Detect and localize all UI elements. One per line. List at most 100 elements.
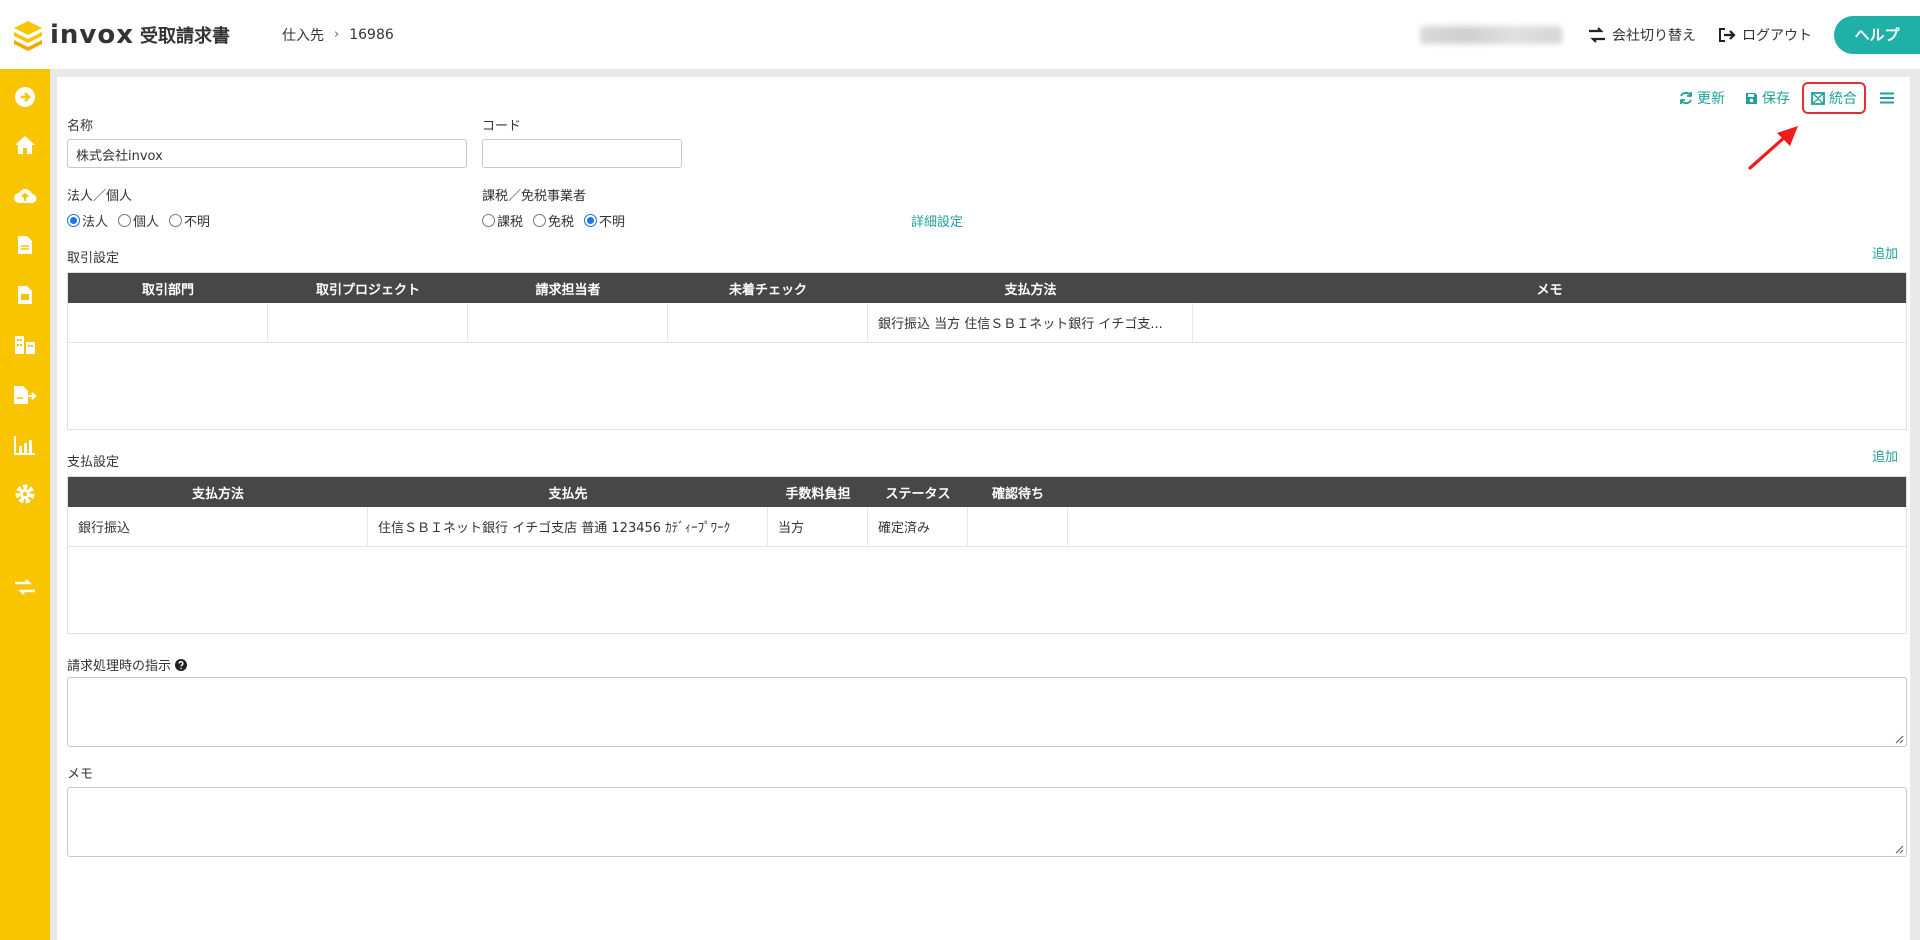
main-panel: 更新 保存 統合 名称 株式会社invox コード 法人／個人 法人 個人 不明…	[57, 77, 1910, 940]
table-cell	[68, 303, 268, 342]
tax-status-radio-group: 課税 免税 不明	[482, 211, 631, 230]
switch-icon	[1589, 26, 1605, 43]
save-label: 保存	[1762, 91, 1790, 107]
instructions-label-wrap: 請求処理時の指示	[67, 655, 188, 674]
question-circle-icon[interactable]	[175, 658, 188, 671]
sidebar-file-export-icon[interactable]	[13, 383, 37, 407]
column-header[interactable]: 支払方法	[868, 273, 1193, 303]
radio-unchecked-icon	[533, 214, 547, 227]
sidebar	[0, 69, 50, 940]
radio-checked-icon	[67, 214, 80, 227]
refresh-label: 更新	[1697, 91, 1725, 107]
sidebar-cloud-upload-icon[interactable]	[13, 183, 37, 207]
sidebar-gear-icon[interactable]	[13, 482, 37, 506]
radio-checked-icon	[584, 214, 598, 227]
memo-label: メモ	[67, 767, 94, 782]
tax-radio-unknown[interactable]: 不明	[584, 211, 625, 230]
table-cell	[468, 303, 668, 342]
breadcrumb: 仕入先 › 16986	[282, 25, 394, 45]
column-header[interactable]: 取引プロジェクト	[268, 273, 468, 303]
column-header[interactable]: 確認待ち	[968, 477, 1068, 507]
table-cell: 確定済み	[868, 507, 968, 546]
merge-label: 統合	[1829, 91, 1857, 107]
merge-button[interactable]: 統合	[1802, 82, 1866, 114]
radio-unchecked-icon	[169, 214, 183, 227]
entity-option-label: 個人	[133, 215, 160, 230]
table-cell: 銀行振込	[68, 507, 368, 546]
table-cell	[1193, 303, 1906, 342]
column-header[interactable]: 支払方法	[68, 477, 368, 507]
payment-settings-title: 支払設定	[67, 455, 120, 470]
tax-option-label: 不明	[599, 215, 626, 230]
table-header: 取引部門 取引プロジェクト 請求担当者 未着チェック 支払方法 メモ	[68, 273, 1906, 303]
name-label: 名称	[67, 119, 94, 134]
sidebar-document-icon[interactable]	[13, 233, 37, 257]
sidebar-switch-icon[interactable]	[13, 575, 37, 599]
sidebar-building-icon[interactable]	[13, 333, 37, 357]
save-icon	[1746, 92, 1757, 104]
table-cell: 住信ＳＢＩネット銀行 イチゴ支店 普通 123456 ｶﾃﾞｨｰﾌﾟﾜｰｸ	[368, 507, 768, 546]
logo-subtitle: 受取請求書	[140, 25, 231, 47]
save-button[interactable]: 保存	[1745, 88, 1790, 108]
tax-option-label: 課税	[497, 215, 524, 230]
hamburger-menu-icon	[1880, 92, 1894, 104]
annotation-arrow-icon	[1748, 126, 1798, 170]
entity-radio-corporation[interactable]: 法人	[67, 211, 108, 230]
column-header[interactable]: 手数料負担	[768, 477, 868, 507]
table-cell	[668, 303, 868, 342]
user-name-blurred	[1420, 25, 1562, 44]
table-cell: 銀行振込 当方 住信ＳＢＩネット銀行 イチゴ支...	[868, 303, 1193, 342]
column-header[interactable]: ステータス	[868, 477, 968, 507]
resize-grip-icon[interactable]	[1894, 844, 1904, 854]
sidebar-arrow-right-icon[interactable]	[13, 85, 37, 109]
logo-text: invox	[50, 19, 135, 50]
table-cell: 当方	[768, 507, 868, 546]
code-input[interactable]	[482, 139, 682, 168]
transaction-table: 取引部門 取引プロジェクト 請求担当者 未着チェック 支払方法 メモ 銀行振込 …	[67, 272, 1907, 430]
column-header[interactable]: 取引部門	[68, 273, 268, 303]
switch-company-button[interactable]: 会社切り替え	[1588, 25, 1696, 45]
radio-unchecked-icon	[482, 214, 495, 227]
column-header[interactable]: 支払先	[368, 477, 768, 507]
instructions-textarea[interactable]	[67, 677, 1907, 747]
refresh-button[interactable]: 更新	[1679, 88, 1725, 108]
column-header[interactable]: 未着チェック	[668, 273, 868, 303]
breadcrumb-item-suppliers[interactable]: 仕入先	[282, 25, 324, 45]
sidebar-chart-icon[interactable]	[13, 433, 37, 457]
column-header[interactable]: メモ	[1193, 273, 1906, 303]
merge-icon	[1811, 91, 1825, 105]
entity-type-label: 法人／個人	[67, 189, 133, 204]
tax-radio-exempt[interactable]: 免税	[533, 211, 574, 230]
entity-option-label: 法人	[82, 215, 109, 230]
resize-grip-icon[interactable]	[1894, 734, 1904, 744]
sidebar-invoice-icon[interactable]	[13, 283, 37, 307]
entity-radio-individual[interactable]: 個人	[118, 211, 159, 230]
detail-settings-link[interactable]: 詳細設定	[911, 211, 963, 230]
breadcrumb-item-current: 16986	[349, 26, 394, 43]
logo-icon	[14, 20, 42, 51]
menu-button[interactable]	[1880, 92, 1894, 104]
table-row[interactable]: 銀行振込 当方 住信ＳＢＩネット銀行 イチゴ支...	[68, 303, 1906, 343]
logout-icon	[1719, 27, 1736, 42]
instructions-label: 請求処理時の指示	[67, 659, 172, 674]
logout-label: ログアウト	[1742, 27, 1812, 44]
sidebar-home-icon[interactable]	[13, 133, 37, 157]
table-row[interactable]: 銀行振込 住信ＳＢＩネット銀行 イチゴ支店 普通 123456 ｶﾃﾞｨｰﾌﾟﾜ…	[68, 507, 1906, 547]
help-button[interactable]: ヘルプ	[1834, 15, 1920, 54]
memo-textarea[interactable]	[67, 787, 1907, 857]
transaction-settings-title: 取引設定	[67, 251, 120, 266]
table-header: 支払方法 支払先 手数料負担 ステータス 確認待ち	[68, 477, 1906, 507]
entity-option-label: 不明	[184, 215, 211, 230]
logo[interactable]: invox 受取請求書	[12, 19, 230, 51]
action-bar: 更新 保存 統合	[1679, 82, 1894, 114]
tax-radio-taxable[interactable]: 課税	[482, 211, 523, 230]
name-input[interactable]: 株式会社invox	[67, 139, 467, 168]
switch-company-label: 会社切り替え	[1612, 27, 1696, 44]
logout-button[interactable]: ログアウト	[1718, 25, 1812, 45]
code-label: コード	[482, 119, 522, 134]
entity-radio-unknown[interactable]: 不明	[169, 211, 210, 230]
column-header[interactable]: 請求担当者	[468, 273, 668, 303]
table-cell	[1068, 507, 1906, 546]
payment-add-link[interactable]: 追加	[1872, 446, 1898, 465]
transaction-add-link[interactable]: 追加	[1872, 243, 1898, 262]
